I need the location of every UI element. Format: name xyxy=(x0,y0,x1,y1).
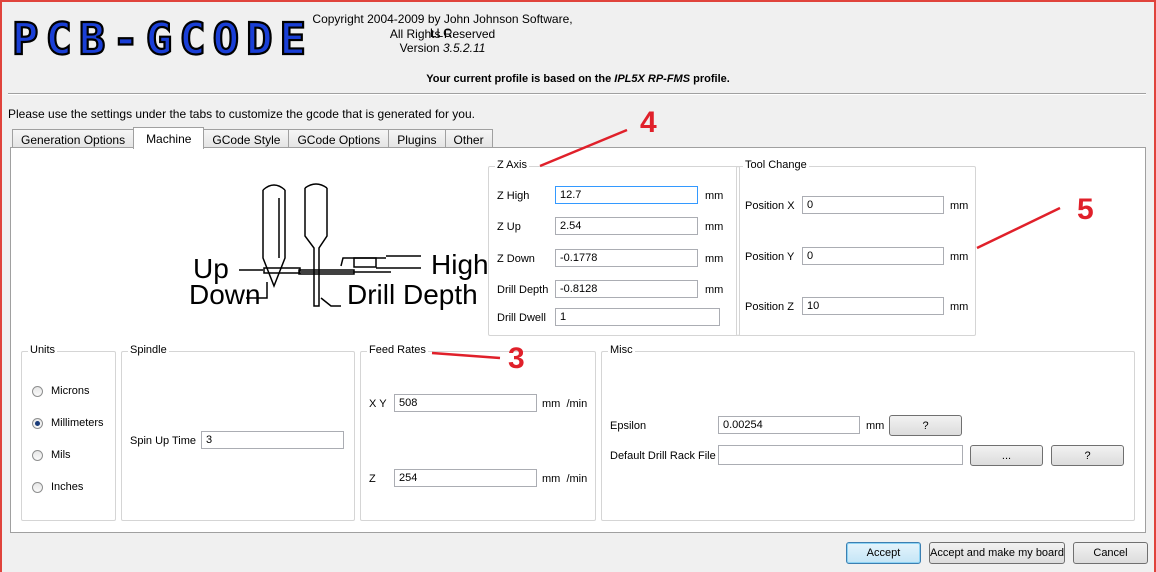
spin-up-time-label: Spin Up Time xyxy=(130,435,197,447)
drill-bit-right-icon xyxy=(304,188,328,307)
misc-group: Misc Epsilon 0.00254 mm ? Default Drill … xyxy=(601,344,1135,521)
logo-text: PCB-GCODE xyxy=(12,14,306,62)
z-high-unit: mm xyxy=(705,190,724,202)
profile-prefix: Your current profile is based on the xyxy=(426,73,612,85)
accept-button[interactable]: Accept xyxy=(846,542,921,564)
drill-rack-input[interactable] xyxy=(718,445,963,465)
feed-xy-input[interactable]: 508 xyxy=(394,394,537,412)
tab-bar: Generation Options Machine GCode Style G… xyxy=(12,127,493,149)
units-inches-label: Inches xyxy=(51,481,84,493)
drill-depth-unit: mm xyxy=(705,284,724,296)
z-axis-title: Z Axis xyxy=(495,159,529,171)
machine-tab-panel: Up Down High Drill Depth Z Axis Z High 1… xyxy=(10,147,1146,533)
units-millimeters-radio[interactable] xyxy=(32,418,43,429)
feed-xy-label: X Y xyxy=(369,398,387,410)
drill-dwell-label: Drill Dwell xyxy=(497,312,546,324)
version-line: Version 3.5.2.11 xyxy=(300,41,585,55)
header-separator xyxy=(8,93,1146,95)
z-up-label: Z Up xyxy=(497,221,521,233)
tab-plugins[interactable]: Plugins xyxy=(388,129,446,149)
z-axis-group: Z Axis Z High 12.7 mm Z Up 2.54 mm Z Dow… xyxy=(488,159,740,336)
z-up-input[interactable]: 2.54 xyxy=(555,217,698,235)
diagram-label-down: Down xyxy=(189,279,261,310)
profile-suffix: profile. xyxy=(693,73,730,85)
position-z-unit: mm xyxy=(950,301,969,313)
feed-z-label: Z xyxy=(369,473,376,485)
spindle-title: Spindle xyxy=(128,344,169,356)
feed-rates-group: Feed Rates X Y 508 mm /min Z 254 mm /min xyxy=(360,344,596,521)
drill-rack-browse-button[interactable]: ... xyxy=(970,445,1043,466)
profile-name: IPL5X RP-FMS xyxy=(614,73,691,85)
tool-change-group: Tool Change Position X 0 mm Position Y 0… xyxy=(736,159,976,336)
drill-depth-input[interactable]: -0.8128 xyxy=(555,280,698,298)
version-value: 3.5.2.11 xyxy=(442,41,486,55)
misc-title: Misc xyxy=(608,344,635,356)
tab-machine[interactable]: Machine xyxy=(133,127,205,149)
position-y-input[interactable]: 0 xyxy=(802,247,944,265)
position-z-label: Position Z xyxy=(745,301,794,313)
drill-depth-label: Drill Depth xyxy=(497,284,549,296)
drill-rack-label: Default Drill Rack File xyxy=(610,450,716,462)
units-microns-radio[interactable] xyxy=(32,386,43,397)
units-mils-radio[interactable] xyxy=(32,450,43,461)
position-x-unit: mm xyxy=(950,200,969,212)
profile-line: Your current profile is based on the IPL… xyxy=(0,73,1156,85)
units-mils-label: Mils xyxy=(51,449,71,461)
units-title: Units xyxy=(28,344,58,356)
units-microns-label: Microns xyxy=(51,385,90,397)
annotation-number-5: 5 xyxy=(1077,193,1094,226)
annotation-number-3: 3 xyxy=(508,342,525,375)
annotation-number-4: 4 xyxy=(640,106,657,139)
diagram-label-high: High xyxy=(431,249,489,280)
epsilon-input[interactable]: 0.00254 xyxy=(718,416,860,434)
position-y-unit: mm xyxy=(950,251,969,263)
cancel-button[interactable]: Cancel xyxy=(1073,542,1148,564)
accept-and-make-board-button[interactable]: Accept and make my board xyxy=(929,542,1065,564)
feed-rates-title: Feed Rates xyxy=(367,344,428,356)
units-inches-radio[interactable] xyxy=(32,482,43,493)
z-down-unit: mm xyxy=(705,253,724,265)
feed-xy-unit: mm /min xyxy=(542,398,588,410)
rights-text: All Rights Reserved xyxy=(389,27,496,41)
z-high-input[interactable]: 12.7 xyxy=(555,186,698,204)
z-down-input[interactable]: -0.1778 xyxy=(555,249,698,267)
drill-dwell-input[interactable]: 1 xyxy=(555,308,720,326)
spin-up-time-input[interactable]: 3 xyxy=(201,431,344,449)
units-millimeters-label: Millimeters xyxy=(51,417,104,429)
drill-rack-help-button[interactable]: ? xyxy=(1051,445,1124,466)
pcb-gcode-logo: PCB-GCODE xyxy=(11,13,307,62)
z-up-unit: mm xyxy=(705,221,724,233)
z-high-label: Z High xyxy=(497,190,530,202)
units-group: Units Microns Millimeters Mils Inches xyxy=(21,344,116,521)
tool-change-title: Tool Change xyxy=(743,159,809,171)
tab-gcode-style[interactable]: GCode Style xyxy=(203,129,290,149)
epsilon-label: Epsilon xyxy=(610,420,647,432)
diagram-label-drill-depth: Drill Depth xyxy=(347,279,478,310)
epsilon-help-button[interactable]: ? xyxy=(889,415,962,436)
position-y-label: Position Y xyxy=(745,251,795,263)
feed-z-input[interactable]: 254 xyxy=(394,469,537,487)
spindle-group: Spindle Spin Up Time 3 xyxy=(121,344,355,521)
window-frame-top xyxy=(0,0,1156,2)
version-label: Version xyxy=(399,41,440,55)
position-x-input[interactable]: 0 xyxy=(802,196,944,214)
feed-z-unit: mm /min xyxy=(542,473,588,485)
instructions-text: Please use the settings under the tabs t… xyxy=(8,107,475,121)
drill-bit-left-icon xyxy=(262,190,286,289)
position-z-input[interactable]: 10 xyxy=(802,297,944,315)
tab-other[interactable]: Other xyxy=(444,129,493,149)
z-axis-diagram: Up Down High Drill Depth xyxy=(189,183,489,310)
epsilon-unit: mm xyxy=(866,420,885,432)
window-frame-left xyxy=(0,0,2,572)
position-x-label: Position X xyxy=(745,200,795,212)
z-down-label: Z Down xyxy=(497,253,535,265)
tab-generation-options[interactable]: Generation Options xyxy=(12,129,135,149)
tab-gcode-options[interactable]: GCode Options xyxy=(288,129,390,149)
